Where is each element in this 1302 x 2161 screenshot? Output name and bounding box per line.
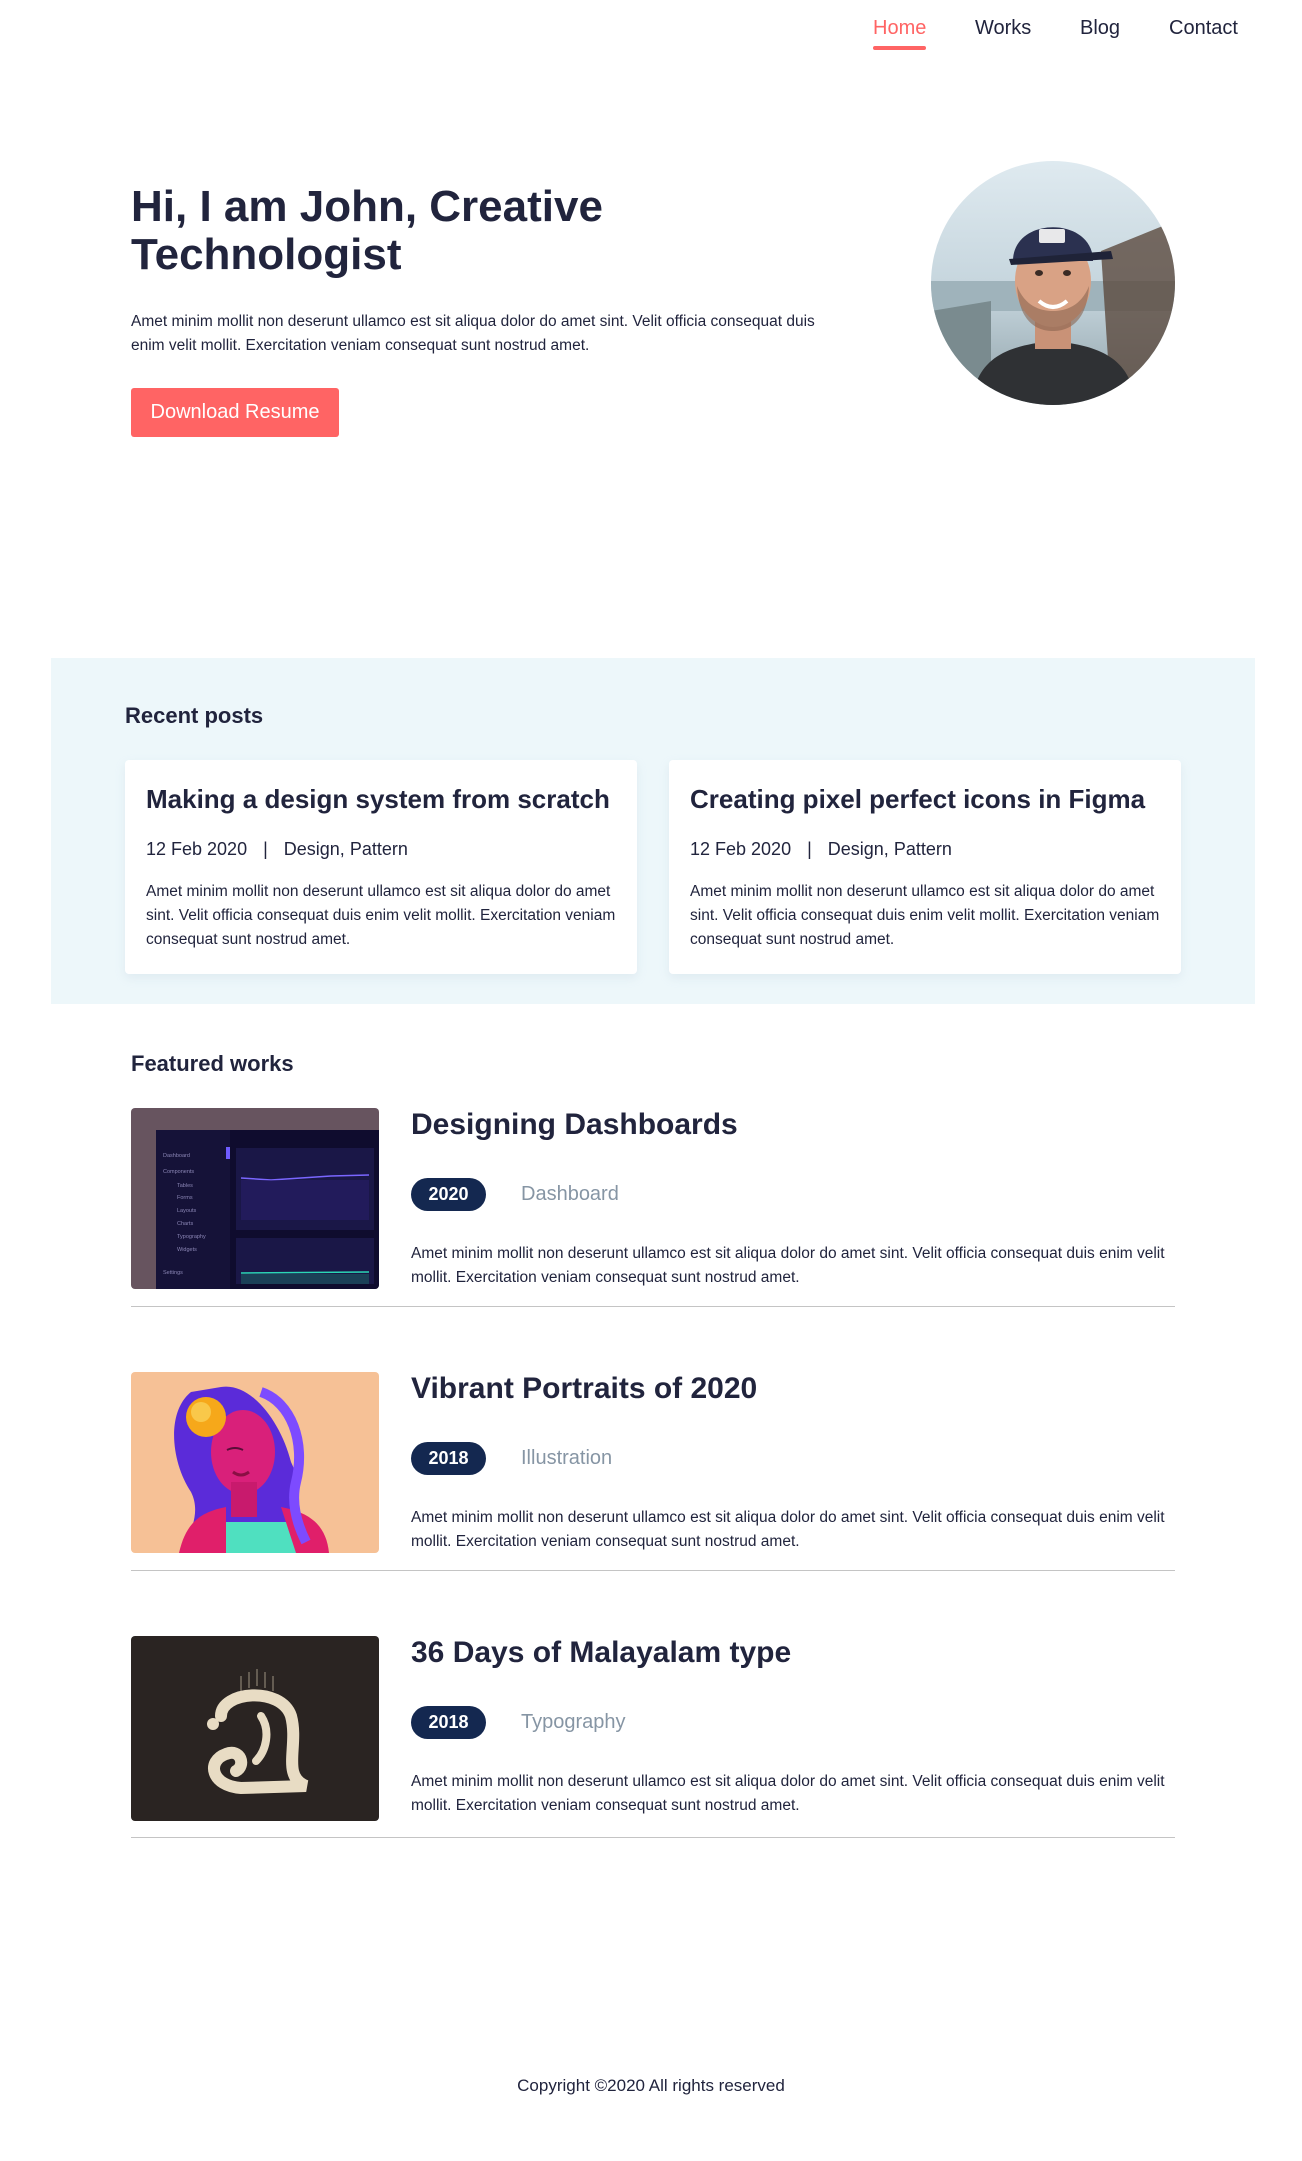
work-divider xyxy=(131,1837,1175,1838)
dash-side-item: Settings xyxy=(163,1270,183,1276)
post-tags: Design, Pattern xyxy=(827,839,952,859)
work-category: Typography xyxy=(521,1711,626,1733)
work-divider xyxy=(131,1570,1175,1571)
meta-separator: | xyxy=(807,839,812,859)
nav-blog-link[interactable]: Blog xyxy=(1080,17,1120,40)
dash-side-item: Dashboard xyxy=(163,1153,190,1159)
work-category: Illustration xyxy=(521,1447,613,1469)
post-tags: Design, Pattern xyxy=(283,839,408,859)
work-description: Amet minim mollit non deserunt ullamco e… xyxy=(411,1245,1165,1286)
dash-side-item: Tables xyxy=(177,1183,193,1189)
post-title[interactable]: Creating pixel perfect icons in Figma xyxy=(690,784,1145,815)
post-excerpt: Amet minim mollit non deserunt ullamco e… xyxy=(690,883,1160,948)
post-excerpt: Amet minim mollit non deserunt ullamco e… xyxy=(146,883,616,948)
post-meta: 12 Feb 2020 | Design, Pattern xyxy=(690,839,952,860)
dash-side-item: Widgets xyxy=(177,1247,197,1253)
post-card[interactable]: Creating pixel perfect icons in Figma 12… xyxy=(669,760,1181,974)
post-title[interactable]: Making a design system from scratch xyxy=(146,784,610,815)
post-card[interactable]: Making a design system from scratch 12 F… xyxy=(125,760,637,974)
download-resume-button[interactable]: Download Resume xyxy=(131,388,339,437)
post-date: 12 Feb 2020 xyxy=(690,839,792,859)
work-title[interactable]: Designing Dashboards xyxy=(411,1108,738,1142)
work-description: Amet minim mollit non deserunt ullamco e… xyxy=(411,1509,1165,1550)
nav-works-link[interactable]: Works xyxy=(975,17,1031,40)
footer-copyright: Copyright ©2020 All rights reserved xyxy=(517,2076,785,2095)
recent-posts-heading: Recent posts xyxy=(125,703,264,728)
dash-side-item: Layouts xyxy=(177,1208,197,1214)
dash-side-item: Typography xyxy=(177,1234,206,1240)
dash-side-item: Forms xyxy=(177,1195,193,1201)
recent-posts-section: Recent posts Making a design system from… xyxy=(51,658,1255,1004)
featured-works-heading: Featured works xyxy=(131,1051,294,1076)
top-nav: Home Works Blog Contact xyxy=(0,0,1302,60)
post-meta: 12 Feb 2020 | Design, Pattern xyxy=(146,839,408,860)
work-title[interactable]: Vibrant Portraits of 2020 xyxy=(411,1372,757,1406)
hero-description: Amet minim mollit non deserunt ullamco e… xyxy=(131,313,815,354)
profile-avatar xyxy=(931,161,1175,405)
meta-separator: | xyxy=(263,839,268,859)
portrait-thumbnail[interactable] xyxy=(131,1372,379,1553)
year-badge: 2018 xyxy=(411,1442,486,1475)
dash-side-item: Components xyxy=(163,1169,194,1175)
post-date: 12 Feb 2020 xyxy=(146,839,248,859)
typography-thumbnail[interactable] xyxy=(131,1636,379,1821)
nav-contact-link[interactable]: Contact xyxy=(1169,17,1238,40)
year-badge: 2020 xyxy=(411,1178,486,1211)
hero-title: Hi, I am John, Creative Technologist xyxy=(131,182,603,279)
dashboard-thumbnail[interactable]: Dashboard Components Tables Forms Layout… xyxy=(131,1108,379,1289)
work-description: Amet minim mollit non deserunt ullamco e… xyxy=(411,1773,1165,1814)
work-category: Dashboard xyxy=(521,1183,619,1205)
work-title[interactable]: 36 Days of Malayalam type xyxy=(411,1636,791,1670)
year-badge: 2018 xyxy=(411,1706,486,1739)
dash-side-item: Charts xyxy=(177,1221,193,1227)
nav-home-link[interactable]: Home xyxy=(873,17,927,50)
work-divider xyxy=(131,1306,1175,1307)
